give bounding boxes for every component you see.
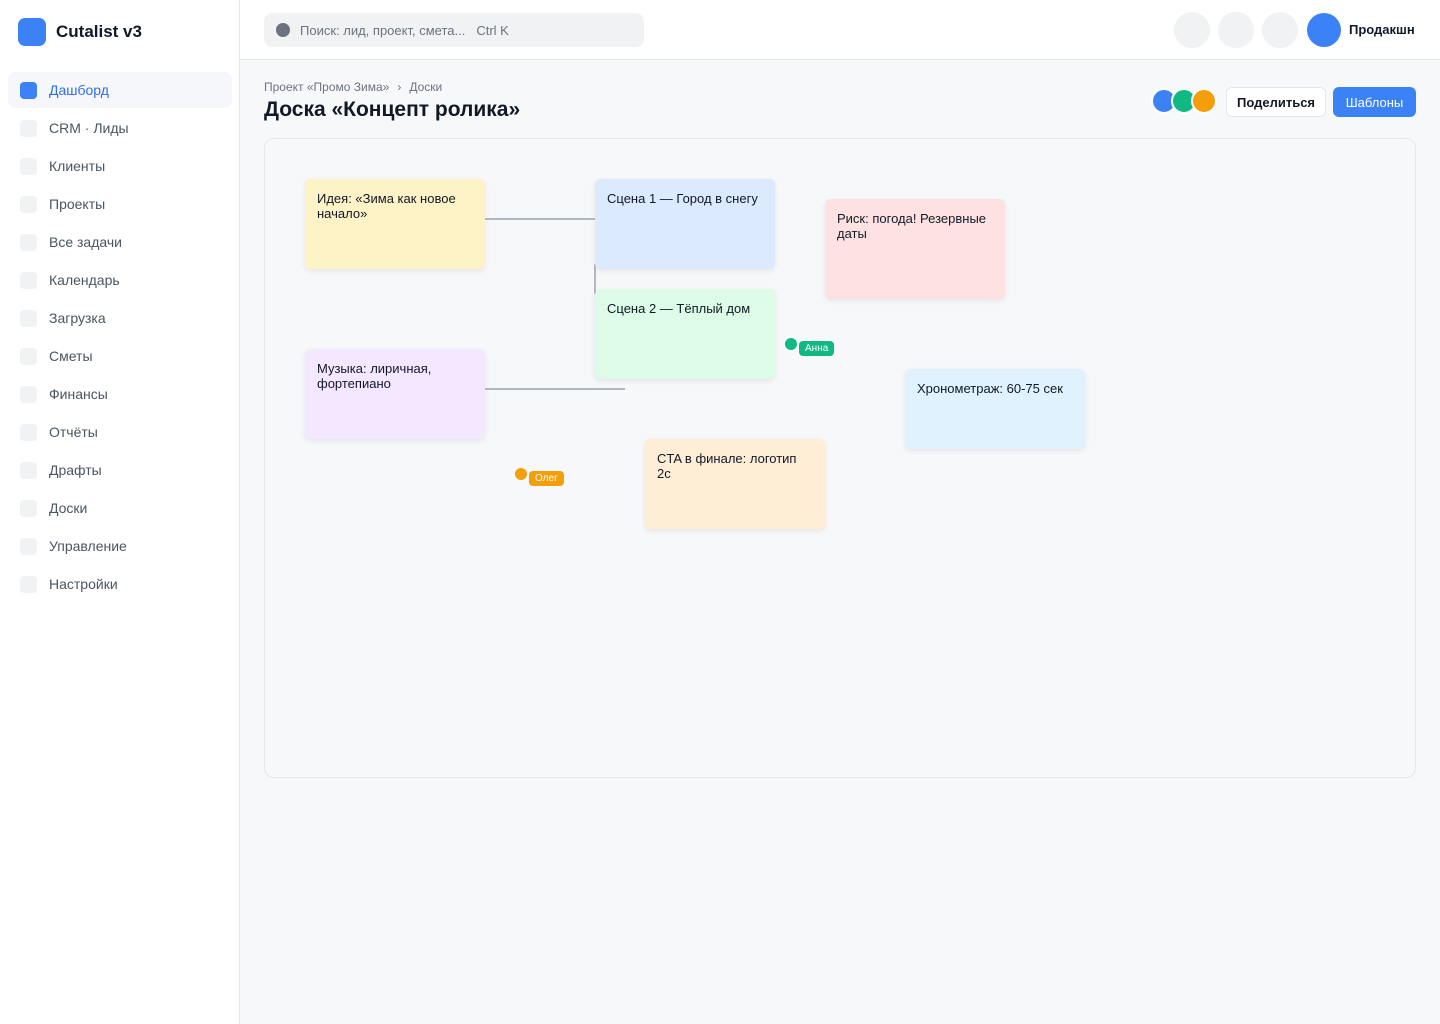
app-logo-icon <box>18 18 46 46</box>
drafts-icon <box>20 461 37 479</box>
sidebar-item-estimates[interactable]: Сметы <box>8 338 232 374</box>
dashboard-icon <box>20 81 37 99</box>
brand[interactable]: Cutalist v3 <box>18 18 142 46</box>
search-placeholder: Поиск: лид, проект, смета... <box>300 22 466 38</box>
sidebar-item-label: Управление <box>49 538 127 554</box>
sidebar-item-label: Сметы <box>49 348 93 364</box>
sidebar-item-label: Отчёты <box>49 424 98 440</box>
sidebar-item-calendar[interactable]: Календарь <box>8 262 232 298</box>
sidebar-item-management[interactable]: Управление <box>8 528 232 564</box>
sticky-note[interactable]: Музыка: лиричная, фортепиано <box>305 349 485 439</box>
sidebar-item-boards[interactable]: Доски <box>8 490 232 526</box>
search-icon <box>276 23 290 37</box>
cursor-pointer-icon <box>785 338 797 350</box>
projects-icon <box>20 195 37 213</box>
sidebar: Cutalist v3 Дашборд CRM · Лиды Клиенты П… <box>0 0 240 1024</box>
sidebar-item-all-tasks[interactable]: Все задачи <box>8 224 232 260</box>
sidebar-item-label: Драфты <box>49 462 102 478</box>
cursor-label: Олег <box>529 471 564 486</box>
cursor-label: Анна <box>799 341 835 356</box>
app-name: Cutalist v3 <box>56 22 142 41</box>
sidebar-item-label: Все задачи <box>49 234 122 250</box>
clients-icon <box>20 157 37 175</box>
sidebar-item-drafts[interactable]: Драфты <box>8 452 232 488</box>
templates-button[interactable]: Шаблоны <box>1333 87 1416 117</box>
sidebar-item-label: Клиенты <box>49 158 106 174</box>
page-title: Доска «Концепт ролика» <box>264 98 521 121</box>
sidebar-item-label: Настройки <box>49 576 118 592</box>
tasks-icon <box>20 233 37 251</box>
calendar-icon <box>20 271 37 289</box>
sidebar-item-settings[interactable]: Настройки <box>8 566 232 602</box>
breadcrumb-boards[interactable]: Доски <box>409 80 442 94</box>
sidebar-item-label: Доски <box>49 500 88 516</box>
crm-icon <box>20 119 37 137</box>
sidebar-item-crm-leads[interactable]: CRM · Лиды <box>8 110 232 146</box>
finance-icon <box>20 385 37 403</box>
sticky-note[interactable]: Хронометраж: 60-75 сек <box>905 369 1085 449</box>
search-input[interactable]: Поиск: лид, проект, смета... Ctrl K <box>264 13 644 47</box>
search-shortcut-hint: Ctrl K <box>476 22 509 38</box>
avatar[interactable] <box>1307 13 1341 47</box>
sidebar-item-dashboard[interactable]: Дашборд <box>8 72 232 108</box>
sidebar-item-reports[interactable]: Отчёты <box>8 414 232 450</box>
sidebar-item-label: Дашборд <box>49 82 109 98</box>
sidebar-item-projects[interactable]: Проекты <box>8 186 232 222</box>
reports-icon <box>20 423 37 441</box>
top-bar: Поиск: лид, проект, смета... Ctrl K Прод… <box>240 0 1440 60</box>
apps-icon[interactable] <box>1262 12 1298 48</box>
sticky-note[interactable]: Сцена 2 — Тёплый дом <box>595 289 775 379</box>
collaborator-avatar[interactable] <box>1191 88 1217 114</box>
breadcrumb-project[interactable]: Проект «Промо Зима» <box>264 80 389 94</box>
sidebar-item-label: CRM · Лиды <box>49 120 129 136</box>
estimates-icon <box>20 347 37 365</box>
workload-icon <box>20 309 37 327</box>
cursor-pointer-icon <box>515 468 527 480</box>
user-name[interactable]: Продакшн <box>1349 22 1415 37</box>
settings-icon <box>20 575 37 593</box>
sticky-note[interactable]: Идея: «Зима как новое начало» <box>305 179 485 269</box>
sidebar-item-label: Проекты <box>49 196 106 212</box>
sidebar-item-clients[interactable]: Клиенты <box>8 148 232 184</box>
sticky-note[interactable]: CTA в финале: логотип 2с <box>645 439 825 529</box>
sidebar-item-label: Финансы <box>49 386 108 402</box>
sidebar-item-label: Загрузка <box>49 310 106 326</box>
breadcrumb-separator: › <box>397 80 402 94</box>
help-icon[interactable] <box>1218 12 1254 48</box>
management-icon <box>20 537 37 555</box>
sidebar-item-workload[interactable]: Загрузка <box>8 300 232 336</box>
sidebar-item-finance[interactable]: Финансы <box>8 376 232 412</box>
sidebar-item-label: Календарь <box>49 272 120 288</box>
board-canvas[interactable]: Идея: «Зима как новое начало» Сцена 1 — … <box>264 138 1416 778</box>
breadcrumb: Проект «Промо Зима» › Доски <box>264 80 442 94</box>
share-button[interactable]: Поделиться <box>1226 87 1326 117</box>
sidebar-nav: Дашборд CRM · Лиды Клиенты Проекты Все з… <box>8 72 232 604</box>
boards-icon <box>20 499 37 517</box>
sticky-note[interactable]: Риск: погода! Резервные даты <box>825 199 1005 299</box>
notifications-icon[interactable] <box>1174 12 1210 48</box>
sticky-note[interactable]: Сцена 1 — Город в снегу <box>595 179 775 269</box>
